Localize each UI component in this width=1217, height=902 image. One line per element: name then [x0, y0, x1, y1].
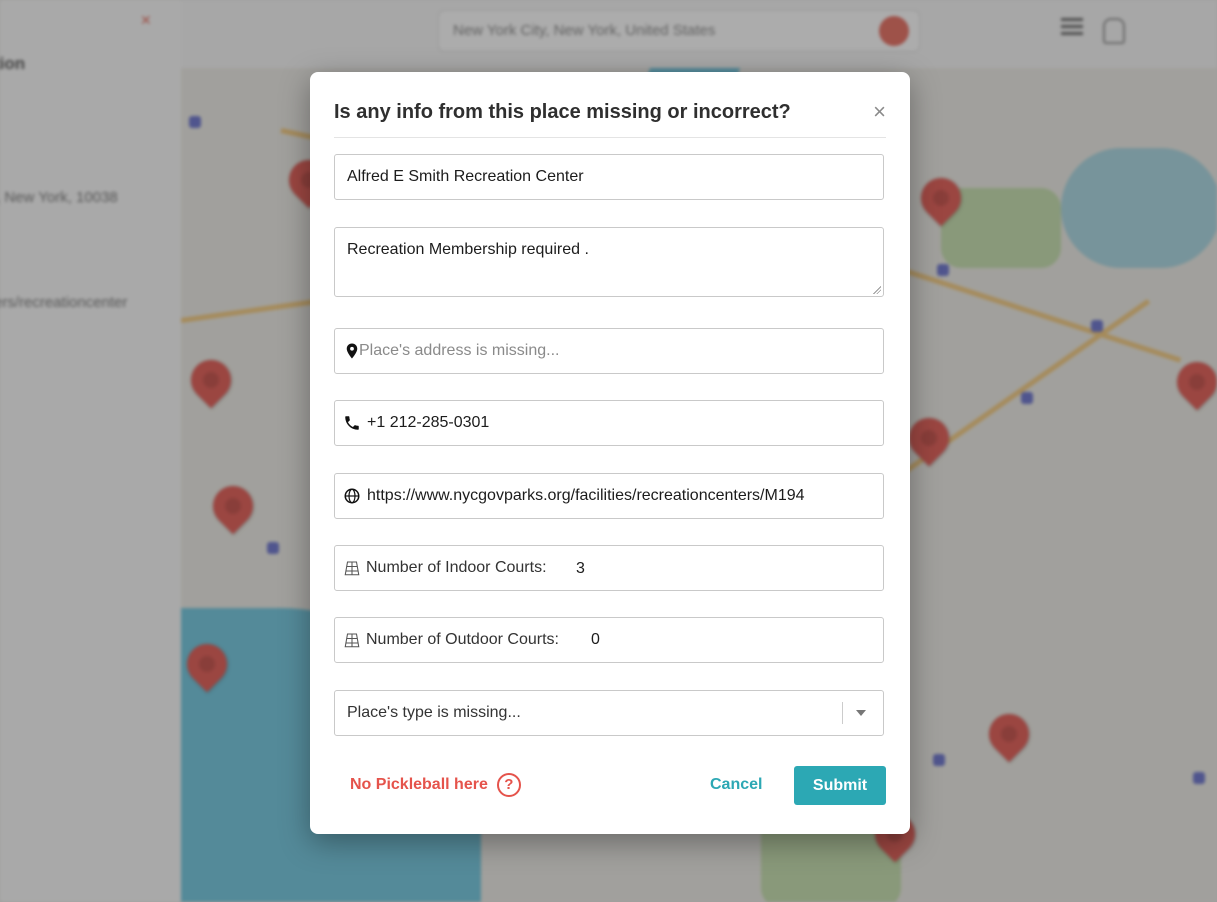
place-type-select[interactable]: Place's type is missing... [334, 690, 884, 736]
globe-icon [344, 488, 360, 504]
description-textarea[interactable]: Recreation Membership required . [334, 227, 884, 297]
address-placeholder: Place's address is missing... [359, 342, 560, 359]
indoor-courts-value: 3 [576, 560, 585, 577]
close-icon[interactable]: × [873, 101, 886, 123]
outdoor-courts-input[interactable]: Number of Outdoor Courts: 0 [334, 617, 884, 663]
place-type-placeholder: Place's type is missing... [347, 704, 521, 721]
indoor-courts-input[interactable]: Number of Indoor Courts: 3 [334, 545, 884, 591]
modal-title: Is any info from this place missing or i… [334, 101, 791, 123]
select-separator [842, 702, 843, 724]
no-pickleball-label: No Pickleball here [350, 776, 488, 793]
outdoor-courts-label: Number of Outdoor Courts: [366, 631, 559, 648]
phone-icon [345, 416, 359, 430]
court-icon [344, 561, 360, 576]
resize-handle[interactable] [873, 286, 881, 294]
title-divider [334, 137, 886, 138]
phone-input[interactable]: +1 212-285-0301 [334, 400, 884, 446]
description-value: Recreation Membership required . [347, 241, 589, 258]
address-input[interactable]: Place's address is missing... [334, 328, 884, 374]
court-icon [344, 633, 360, 648]
help-circle-icon[interactable]: ? [496, 773, 521, 797]
place-name-input[interactable]: Alfred E Smith Recreation Center [334, 154, 884, 200]
website-value: https://www.nycgovparks.org/facilities/r… [367, 487, 805, 504]
report-info-modal: Is any info from this place missing or i… [310, 72, 910, 834]
phone-value: +1 212-285-0301 [367, 414, 490, 431]
chevron-down-icon[interactable] [856, 710, 866, 716]
place-name-value: Alfred E Smith Recreation Center [347, 168, 584, 185]
website-input[interactable]: https://www.nycgovparks.org/facilities/r… [334, 473, 884, 519]
no-pickleball-button[interactable]: No Pickleball here ? [350, 773, 521, 797]
indoor-courts-label: Number of Indoor Courts: [366, 559, 547, 576]
outdoor-courts-value: 0 [591, 631, 600, 648]
cancel-button[interactable]: Cancel [710, 776, 762, 794]
submit-button[interactable]: Submit [794, 766, 886, 805]
